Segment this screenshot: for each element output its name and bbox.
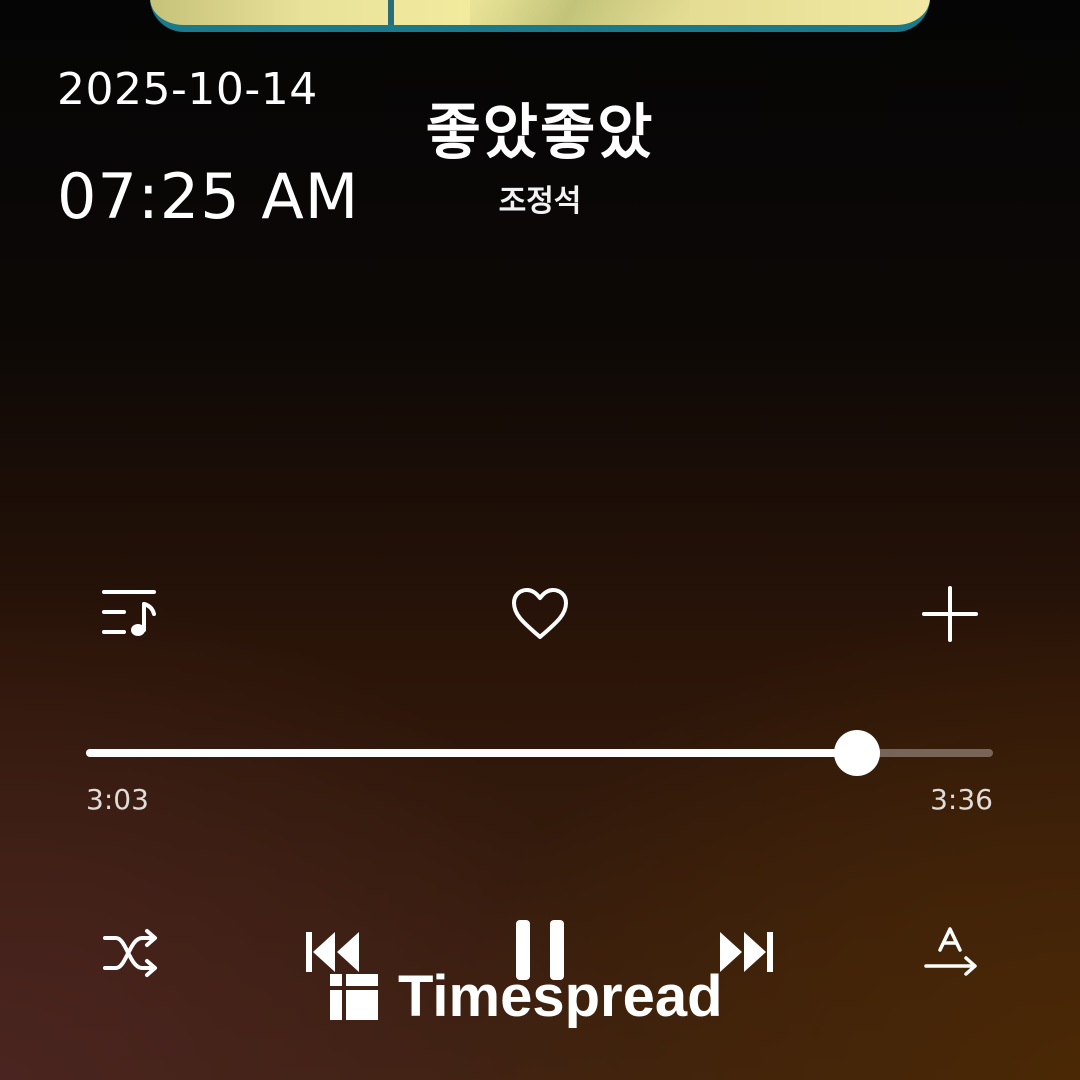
time-label: 07:25 AM [57,160,360,233]
skip-next-icon[interactable] [718,930,774,974]
heart-outline-icon[interactable] [510,587,570,641]
album-art-detail [470,0,690,25]
shuffle-icon[interactable] [102,928,160,978]
progress-fill [86,749,857,757]
playlist-music-icon[interactable] [100,586,160,642]
progress-bar[interactable] [86,730,993,776]
watermark-text: Timespread [398,963,723,1029]
translate-icon[interactable] [922,926,980,978]
date-label: 2025-10-14 [57,64,318,115]
artist-name: 조정석 [498,184,582,219]
plus-icon[interactable] [920,584,980,644]
elapsed-time: 3:03 [86,783,149,816]
total-duration: 3:36 [930,783,993,816]
song-title: 좋았좋았 [425,98,655,168]
timespread-logo-icon [330,974,378,1020]
progress-thumb[interactable] [833,730,880,776]
album-art[interactable] [150,0,930,32]
album-art-detail [388,0,394,25]
watermark-logo: Timespread [330,964,723,1029]
